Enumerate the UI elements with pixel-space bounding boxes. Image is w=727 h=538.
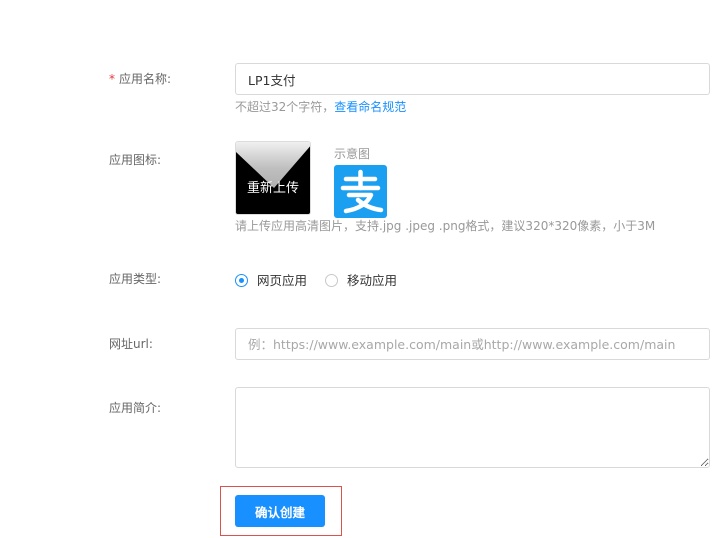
intro-label: 应用简介: bbox=[109, 401, 162, 415]
app-name-label: * 应用名称: bbox=[109, 71, 171, 87]
app-icon-label: 应用图标: bbox=[109, 153, 162, 167]
url-input[interactable] bbox=[235, 328, 710, 360]
radio-checked-icon bbox=[235, 274, 248, 287]
url-label: 网址url: bbox=[109, 337, 153, 351]
app-name-hint-text: 不超过32个字符， bbox=[235, 100, 335, 114]
radio-mobile-app-label: 移动应用 bbox=[347, 273, 398, 288]
intro-textarea[interactable] bbox=[235, 387, 710, 468]
radio-web-app-label: 网页应用 bbox=[257, 273, 308, 288]
create-app-form: * 应用名称: 不超过32个字符，查看命名规范 应用图标: 重新上传 示意图 bbox=[0, 0, 727, 538]
confirm-create-button[interactable]: 确认创建 bbox=[235, 495, 325, 527]
naming-rules-link[interactable]: 查看命名规范 bbox=[334, 100, 406, 114]
app-name-hint: 不超过32个字符，查看命名规范 bbox=[235, 99, 406, 115]
app-name-label-text: 应用名称: bbox=[119, 72, 172, 86]
alipay-zhi-icon bbox=[334, 165, 387, 218]
icon-upload-hint: 请上传应用高清图片，支持.jpg .jpeg .png格式，建议320*320像… bbox=[235, 219, 656, 233]
uploaded-icon-preview bbox=[236, 142, 310, 214]
required-mark: * bbox=[109, 72, 115, 86]
radio-unchecked-icon bbox=[325, 274, 338, 287]
icon-upload-area[interactable]: 重新上传 bbox=[235, 141, 311, 215]
app-type-label: 应用类型: bbox=[109, 272, 162, 286]
app-name-input[interactable] bbox=[235, 63, 710, 95]
sample-label: 示意图 bbox=[334, 147, 371, 161]
reupload-label: 重新上传 bbox=[246, 181, 299, 196]
